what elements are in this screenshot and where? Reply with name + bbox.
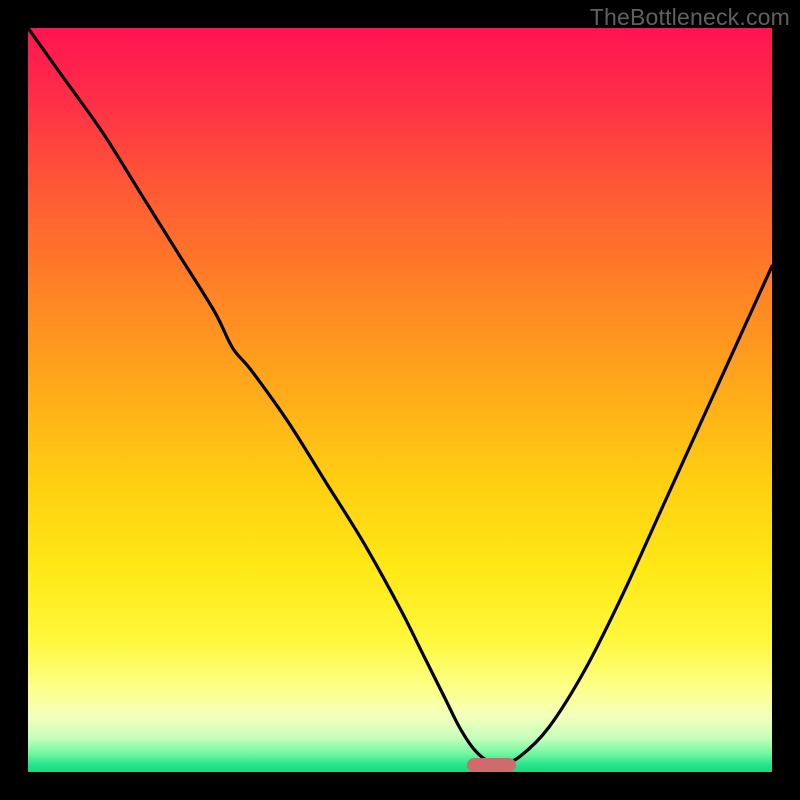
optimum-marker bbox=[467, 758, 516, 772]
plot-area bbox=[28, 28, 772, 772]
chart-root: TheBottleneck.com bbox=[0, 0, 800, 800]
watermark-text: TheBottleneck.com bbox=[590, 4, 790, 31]
bottleneck-curve bbox=[28, 28, 772, 772]
